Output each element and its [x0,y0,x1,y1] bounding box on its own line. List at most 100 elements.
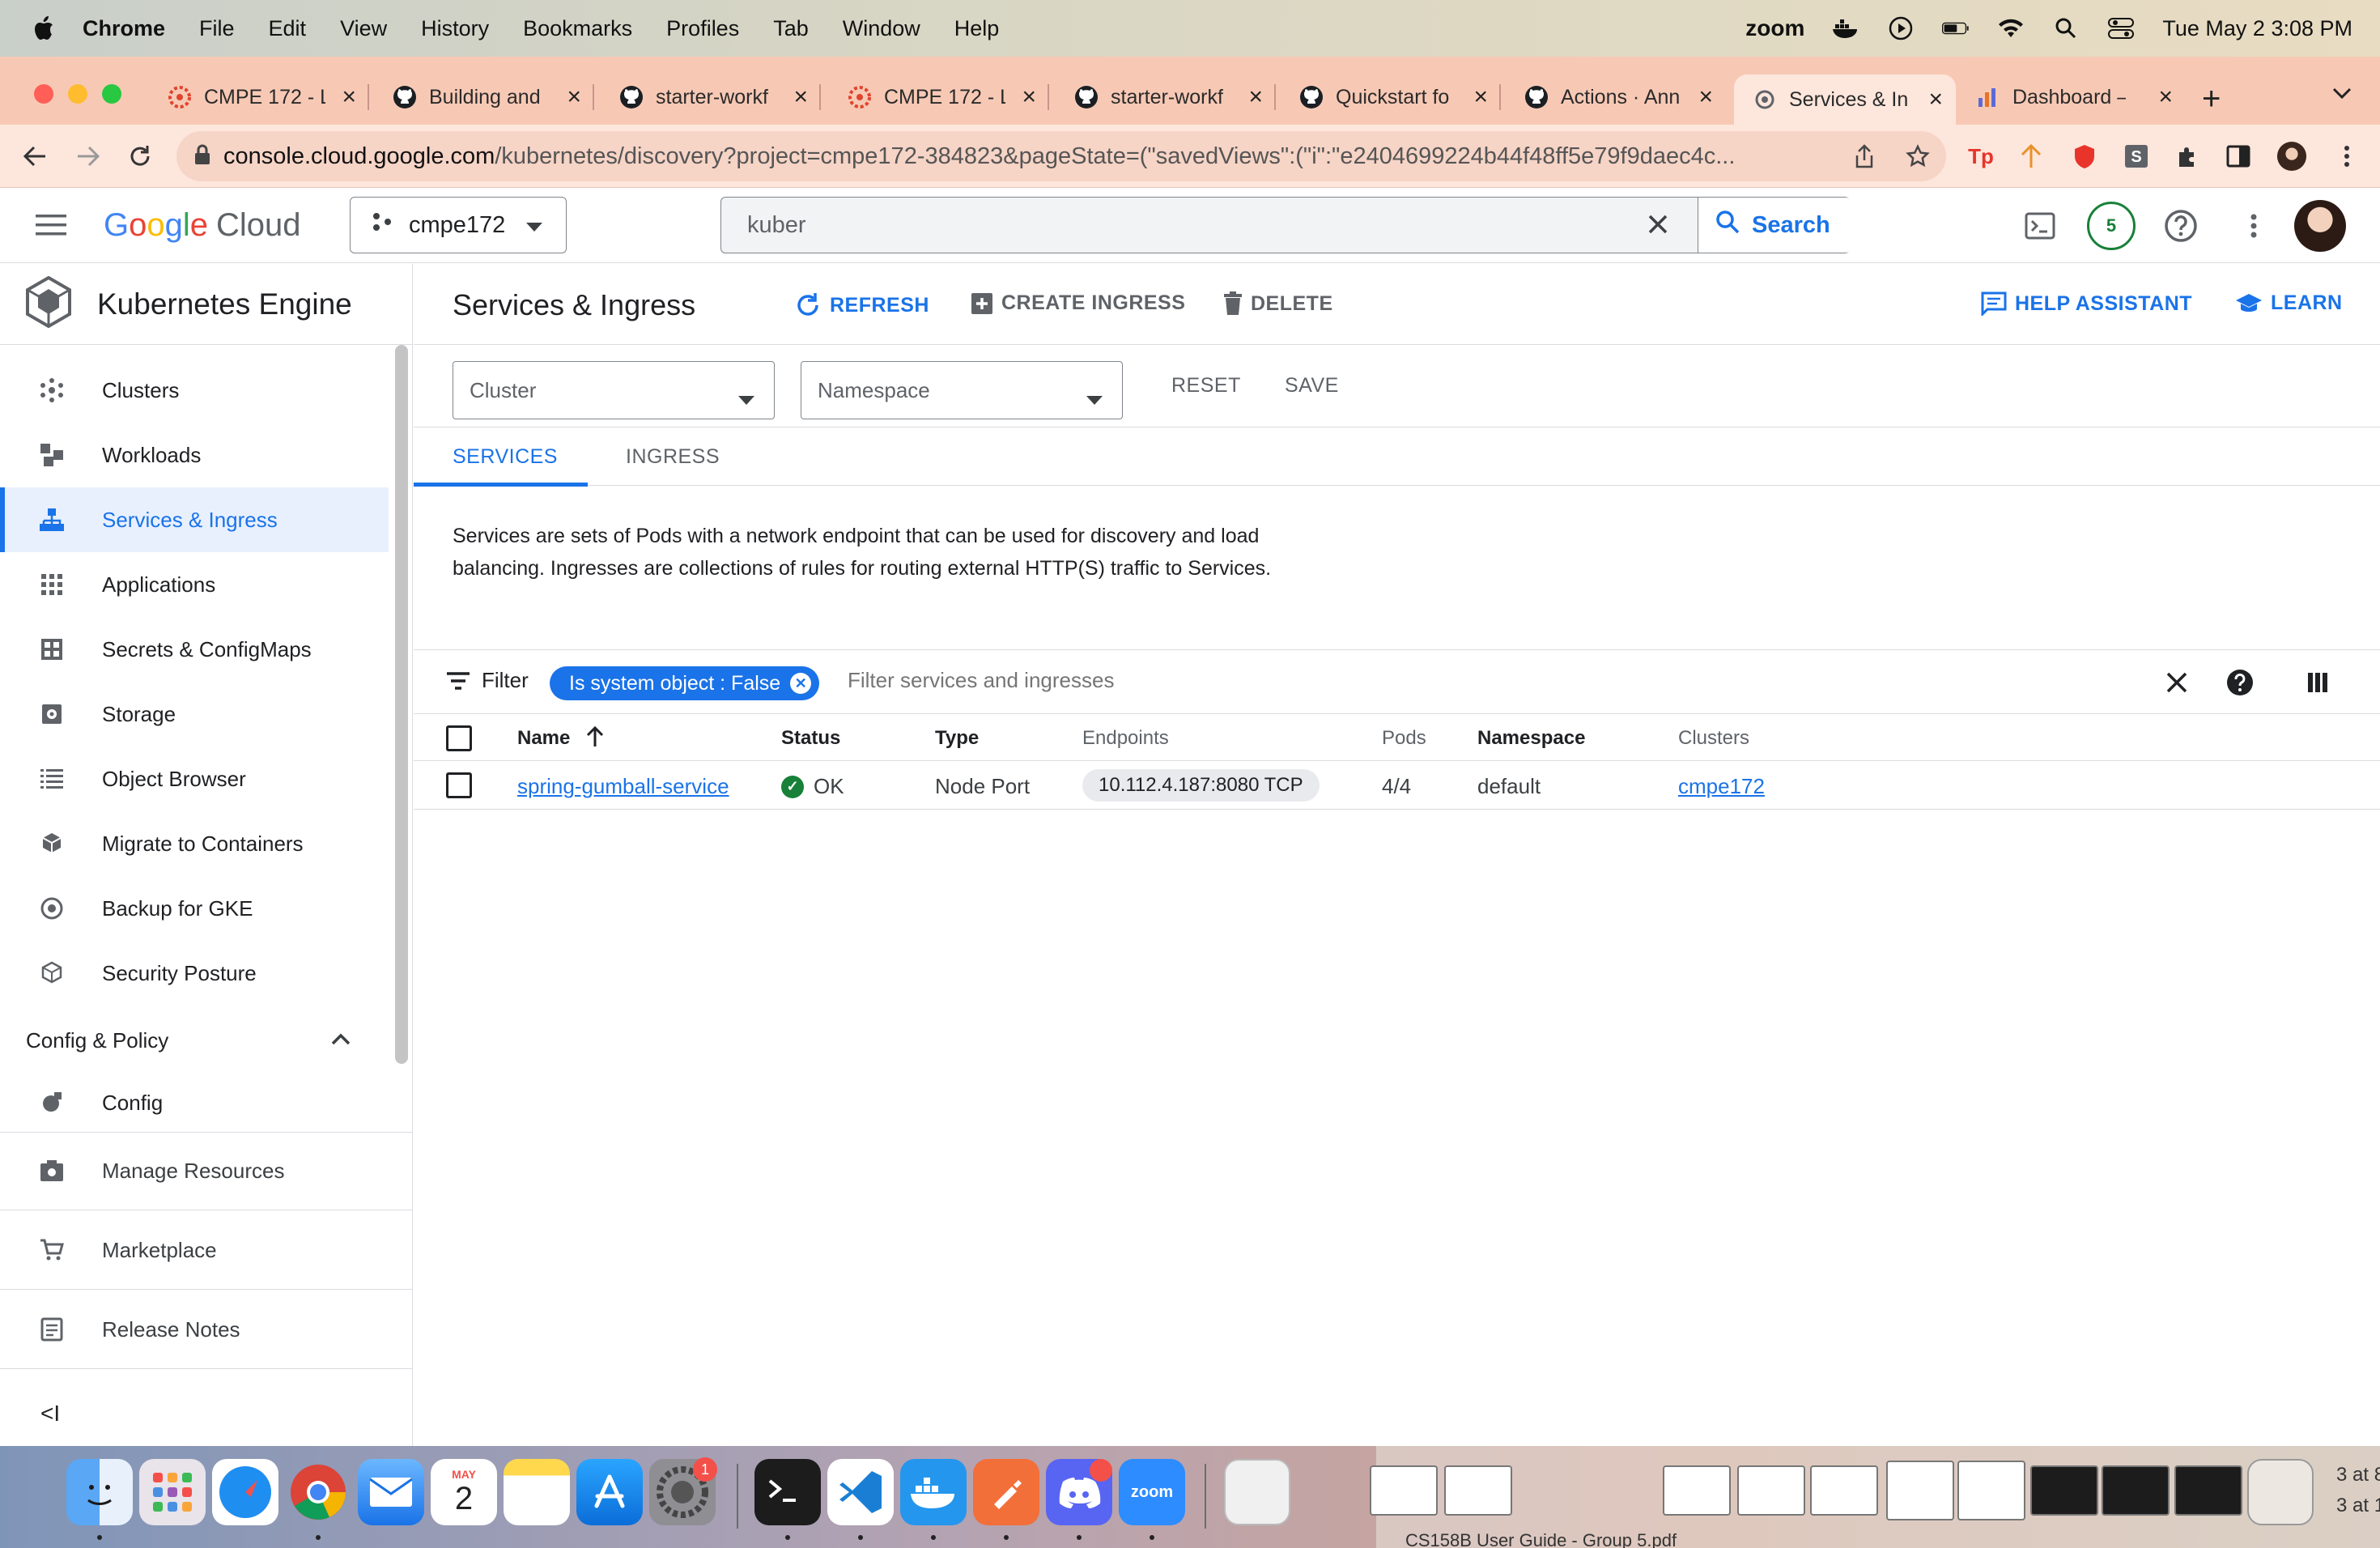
browser-tab[interactable]: starter-workf × [1073,74,1276,120]
cluster-link[interactable]: cmpe172 [1678,774,1765,799]
menu-file[interactable]: File [199,16,235,41]
extensions-puzzle-icon[interactable] [2173,141,2204,172]
service-name-link[interactable]: spring-gumball-service [517,774,729,799]
filter-input[interactable] [848,668,1414,693]
column-header-name[interactable]: Name [517,727,570,750]
notes-icon[interactable] [504,1459,570,1525]
sidebar-item-workloads[interactable]: Workloads [0,423,389,487]
minimized-window-thumb[interactable] [1886,1461,1954,1520]
menu-profiles[interactable]: Profiles [666,16,739,41]
minimized-window-thumb[interactable] [2174,1465,2242,1516]
browser-tab[interactable]: Building and × [392,74,594,120]
document-icon[interactable] [1224,1459,1290,1525]
avatar[interactable] [2294,200,2346,252]
window-close-button[interactable] [34,84,53,104]
save-button[interactable]: SAVE [1285,374,1339,398]
more-vert-icon[interactable] [2234,206,2273,245]
back-arrow-icon[interactable] [19,141,50,172]
minimized-window-thumb[interactable] [2102,1465,2170,1516]
close-tab-icon[interactable]: × [793,83,808,111]
menu-tab[interactable]: Tab [773,16,809,41]
address-bar[interactable]: console.cloud.google.com/kubernetes/disc… [176,131,1946,181]
search-input[interactable] [747,211,1621,239]
close-tab-icon[interactable]: × [2158,83,2173,111]
bookmark-star-icon[interactable] [1902,141,1933,172]
zoom-app-icon[interactable]: zoom [1119,1459,1185,1525]
menu-bookmarks[interactable]: Bookmarks [523,16,632,41]
minimized-window-thumb[interactable] [1957,1461,2025,1520]
sidebar-item-services-ingress[interactable]: Services & Ingress [0,487,389,552]
close-tab-icon[interactable]: × [1022,83,1036,111]
column-header-endpoints[interactable]: Endpoints [1082,727,1169,750]
extension-shield-icon[interactable] [2069,141,2100,172]
sidebar-item-security-posture[interactable]: Security Posture [0,941,389,1006]
reload-icon[interactable] [125,141,155,172]
menubar-clock[interactable]: Tue May 2 3:08 PM [2162,16,2352,41]
filter-button[interactable]: Filter [446,668,529,693]
url-text[interactable]: console.cloud.google.com/kubernetes/disc… [223,143,1834,170]
close-tab-icon[interactable]: × [567,83,581,111]
apple-icon[interactable] [31,15,55,42]
sidebar-item-backup[interactable]: Backup for GKE [0,876,389,941]
minimized-window-thumb[interactable] [1370,1465,1438,1516]
extension-s-icon[interactable]: S [2121,141,2152,172]
new-tab-button[interactable]: + [2202,81,2221,117]
launchpad-icon[interactable] [139,1459,206,1525]
side-panel-icon[interactable] [2223,141,2254,172]
wifi-icon[interactable] [1997,15,2025,42]
vscode-icon[interactable] [827,1459,894,1525]
control-center-icon[interactable] [2107,15,2135,42]
lock-icon[interactable] [194,144,210,169]
minimized-window-thumb[interactable] [1444,1465,1512,1516]
remove-chip-icon[interactable]: ✕ [790,673,812,694]
sort-arrow-up-icon[interactable] [585,725,605,752]
help-icon[interactable] [2161,206,2200,245]
tab-services[interactable]: SERVICES [453,445,558,469]
window-minimize-button[interactable] [68,84,87,104]
trash-icon[interactable] [2247,1459,2314,1525]
tab-ingress[interactable]: INGRESS [626,445,720,469]
zoom-menu-extra[interactable]: zoom [1745,15,1804,41]
column-header-status[interactable]: Status [781,727,840,750]
browser-tab[interactable]: Quickstart fo × [1298,74,1501,120]
docker-icon[interactable] [1832,15,1859,42]
minimized-window-thumb[interactable] [1810,1465,1878,1516]
refresh-button[interactable]: REFRESH [794,291,929,319]
minimized-window-thumb[interactable] [1737,1465,1805,1516]
browser-tab[interactable]: Actions · Ann × [1524,74,1726,120]
app-store-icon[interactable] [576,1459,643,1525]
postman-icon[interactable] [973,1459,1039,1525]
sidebar-item-marketplace[interactable]: Marketplace [0,1218,413,1282]
chrome-icon[interactable] [285,1459,351,1525]
help-icon[interactable] [2224,666,2256,699]
hamburger-menu-icon[interactable] [36,213,68,241]
tab-search-chevron-icon[interactable] [2331,86,2352,104]
mail-icon[interactable] [358,1459,424,1525]
forward-arrow-icon[interactable] [73,141,104,172]
cluster-select[interactable]: Cluster [453,361,775,419]
column-header-namespace[interactable]: Namespace [1477,727,1585,750]
browser-tab[interactable]: Dashboard – × [1975,74,2186,120]
finder-icon[interactable] [66,1459,133,1525]
spotlight-search-icon[interactable] [2052,15,2080,42]
minimized-window-thumb[interactable] [1663,1465,1731,1516]
menu-view[interactable]: View [340,16,387,41]
help-assistant-button[interactable]: HELP ASSISTANT [1981,291,2192,316]
column-header-pods[interactable]: Pods [1382,727,1426,750]
sidebar-item-storage[interactable]: Storage [0,682,389,746]
minimized-window-thumb[interactable] [2030,1465,2098,1516]
sidebar-item-secrets-configmaps[interactable]: Secrets & ConfigMaps [0,617,389,682]
collapse-nav-button[interactable]: <I [40,1401,60,1427]
learn-button[interactable]: LEARN [2235,291,2343,315]
browser-tab[interactable]: CMPE 172 - L × [847,74,1049,120]
table-row[interactable]: spring-gumball-service ✓ OK Node Port 10… [414,761,2380,810]
profile-avatar-icon[interactable] [2276,141,2307,172]
notifications-badge[interactable]: 5 [2087,202,2136,250]
close-tab-icon[interactable]: × [1473,83,1488,111]
docker-app-icon[interactable] [900,1459,967,1525]
clear-filter-icon[interactable] [2161,666,2193,699]
search-button[interactable]: Search [1698,198,1851,253]
sidebar-item-applications[interactable]: Applications [0,552,389,617]
extension-arrow-icon[interactable] [2016,141,2046,172]
menu-history[interactable]: History [421,16,489,41]
